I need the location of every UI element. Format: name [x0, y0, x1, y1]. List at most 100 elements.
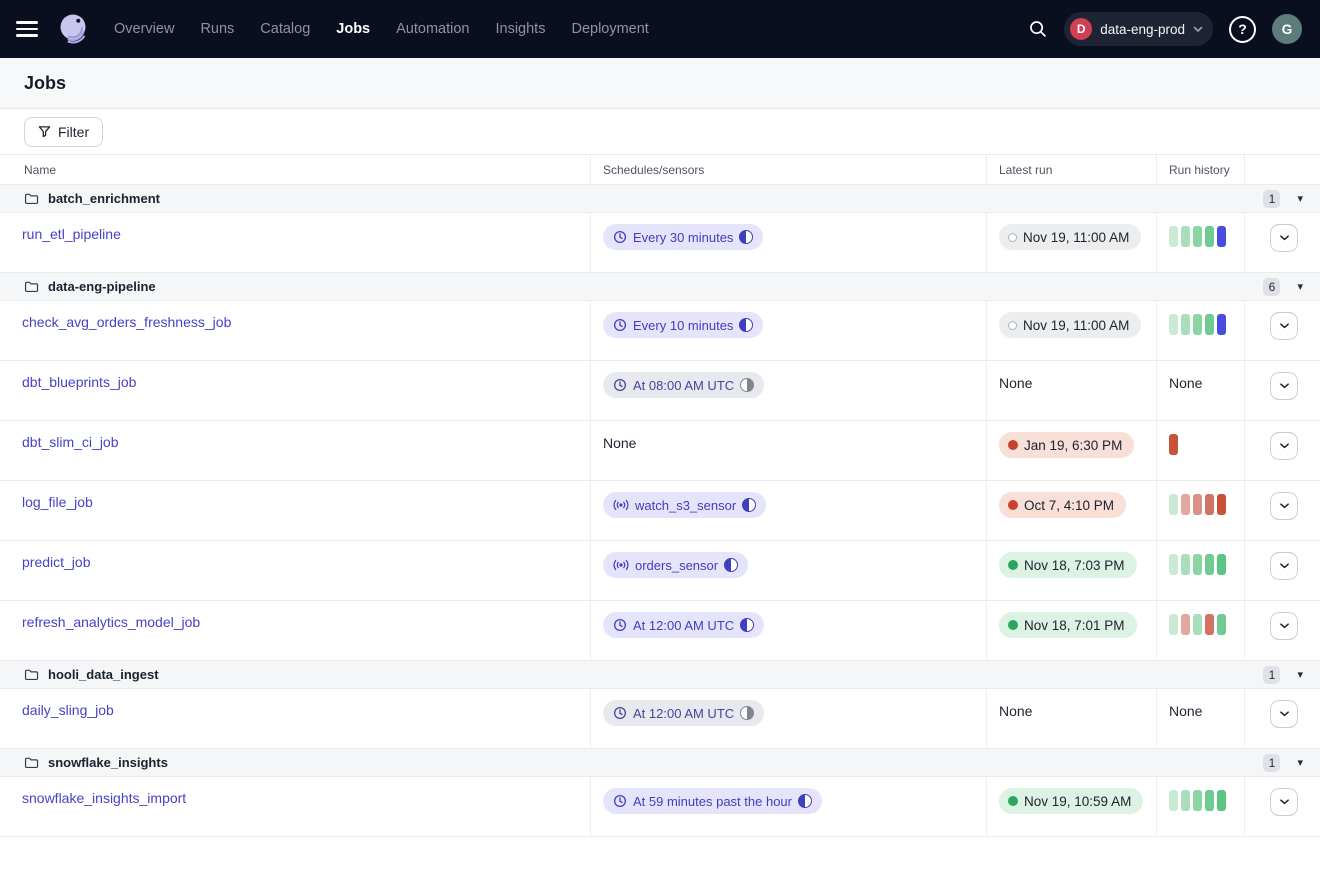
- run-history-chip[interactable]: [1217, 314, 1226, 335]
- run-history-chip[interactable]: [1169, 494, 1178, 515]
- nav-item-overview[interactable]: Overview: [114, 21, 174, 37]
- hamburger-menu-icon[interactable]: [16, 16, 42, 42]
- run-history-chip[interactable]: [1217, 614, 1226, 635]
- schedule-badge[interactable]: At 12:00 AM UTC: [603, 700, 764, 726]
- run-history-chip[interactable]: [1169, 614, 1178, 635]
- row-expand-button[interactable]: [1270, 432, 1298, 460]
- run-history-chip[interactable]: [1205, 494, 1214, 515]
- help-icon[interactable]: ?: [1229, 16, 1256, 43]
- latest-run-badge[interactable]: Jan 19, 6:30 PM: [999, 432, 1134, 458]
- run-history-chip[interactable]: [1181, 314, 1190, 335]
- job-link[interactable]: run_etl_pipeline: [22, 226, 121, 242]
- schedule-badge[interactable]: At 12:00 AM UTC: [603, 612, 764, 638]
- deployment-switcher[interactable]: D data-eng-prod: [1064, 12, 1213, 46]
- job-link[interactable]: log_file_job: [22, 494, 93, 510]
- run-history-chip[interactable]: [1193, 554, 1202, 575]
- run-history-chip[interactable]: [1169, 314, 1178, 335]
- run-history-chip[interactable]: [1181, 614, 1190, 635]
- job-link[interactable]: snowflake_insights_import: [22, 790, 186, 806]
- run-history-chip[interactable]: [1169, 790, 1178, 811]
- latest-run-badge[interactable]: Nov 18, 7:03 PM: [999, 552, 1137, 578]
- user-avatar[interactable]: G: [1272, 14, 1302, 44]
- run-history-chip[interactable]: [1169, 434, 1178, 455]
- schedule-toggle[interactable]: [740, 618, 754, 632]
- dagster-logo-icon[interactable]: [54, 10, 92, 48]
- run-history-chip[interactable]: [1169, 226, 1178, 247]
- schedule-toggle[interactable]: [798, 794, 812, 808]
- group-name: batch_enrichment: [48, 191, 160, 206]
- chevron-down-icon: [1193, 26, 1203, 33]
- latest-run-badge[interactable]: Nov 19, 11:00 AM: [999, 312, 1141, 338]
- row-expand-button[interactable]: [1270, 492, 1298, 520]
- schedule-toggle[interactable]: [724, 558, 738, 572]
- run-history-chip[interactable]: [1217, 494, 1226, 515]
- sensor-badge[interactable]: watch_s3_sensor: [603, 492, 766, 518]
- nav-item-automation[interactable]: Automation: [396, 21, 469, 37]
- nav-item-insights[interactable]: Insights: [495, 21, 545, 37]
- nav-item-jobs[interactable]: Jobs: [336, 21, 370, 37]
- latest-run-badge[interactable]: Nov 18, 7:01 PM: [999, 612, 1137, 638]
- latest-run-time: Nov 18, 7:03 PM: [1024, 558, 1125, 573]
- latest-run-badge[interactable]: Nov 19, 11:00 AM: [999, 224, 1141, 250]
- run-history-chip[interactable]: [1181, 790, 1190, 811]
- run-history-chip[interactable]: [1193, 494, 1202, 515]
- group-collapse-caret-icon[interactable]: ▾: [1295, 756, 1305, 769]
- run-history-chip[interactable]: [1205, 554, 1214, 575]
- row-expand-button[interactable]: [1270, 312, 1298, 340]
- app-root: Overview Runs Catalog Jobs Automation In…: [0, 0, 1320, 880]
- run-history-chip[interactable]: [1217, 554, 1226, 575]
- nav-item-deployment[interactable]: Deployment: [571, 21, 648, 37]
- nav-item-catalog[interactable]: Catalog: [260, 21, 310, 37]
- schedule-badge[interactable]: At 59 minutes past the hour: [603, 788, 822, 814]
- schedule-toggle[interactable]: [739, 230, 753, 244]
- job-link[interactable]: predict_job: [22, 554, 91, 570]
- nav-item-runs[interactable]: Runs: [200, 21, 234, 37]
- row-expand-button[interactable]: [1270, 612, 1298, 640]
- run-history-chip[interactable]: [1181, 226, 1190, 247]
- filter-button[interactable]: Filter: [24, 117, 103, 147]
- run-history-chip[interactable]: [1169, 554, 1178, 575]
- run-history-chip[interactable]: [1205, 614, 1214, 635]
- schedule-badge[interactable]: At 08:00 AM UTC: [603, 372, 764, 398]
- filter-button-label: Filter: [58, 124, 89, 140]
- schedule-toggle[interactable]: [739, 318, 753, 332]
- run-history-chip[interactable]: [1217, 790, 1226, 811]
- job-link[interactable]: check_avg_orders_freshness_job: [22, 314, 231, 330]
- job-link[interactable]: dbt_slim_ci_job: [22, 434, 119, 450]
- group-collapse-caret-icon[interactable]: ▾: [1295, 192, 1305, 205]
- latest-run-badge[interactable]: Nov 19, 10:59 AM: [999, 788, 1143, 814]
- schedule-toggle[interactable]: [742, 498, 756, 512]
- run-history-chip[interactable]: [1205, 226, 1214, 247]
- schedule-badge[interactable]: Every 30 minutes: [603, 224, 763, 250]
- sensor-badge[interactable]: orders_sensor: [603, 552, 748, 578]
- table-row: run_etl_pipeline Every 30 minutes Nov 19, …: [0, 213, 1320, 273]
- run-history-chip[interactable]: [1205, 790, 1214, 811]
- row-expand-button[interactable]: [1270, 224, 1298, 252]
- latest-run-cell: Nov 19, 11:00 AM: [986, 213, 1156, 272]
- row-expand-button[interactable]: [1270, 700, 1298, 728]
- run-history-chip[interactable]: [1193, 614, 1202, 635]
- run-history-chip[interactable]: [1181, 554, 1190, 575]
- run-history-chip[interactable]: [1193, 226, 1202, 247]
- schedule-toggle[interactable]: [740, 378, 754, 392]
- job-link[interactable]: refresh_analytics_model_job: [22, 614, 200, 630]
- row-expand-button[interactable]: [1270, 552, 1298, 580]
- run-history-chip[interactable]: [1217, 226, 1226, 247]
- search-icon[interactable]: [1028, 19, 1048, 39]
- group-collapse-caret-icon[interactable]: ▾: [1295, 280, 1305, 293]
- run-history-chip[interactable]: [1181, 494, 1190, 515]
- latest-run-badge[interactable]: Oct 7, 4:10 PM: [999, 492, 1126, 518]
- row-expand-button[interactable]: [1270, 788, 1298, 816]
- job-link[interactable]: dbt_blueprints_job: [22, 374, 136, 390]
- run-history-chip[interactable]: [1205, 314, 1214, 335]
- clock-icon: [613, 706, 627, 720]
- schedule-badge[interactable]: Every 10 minutes: [603, 312, 763, 338]
- schedule-label: orders_sensor: [635, 558, 718, 573]
- group-collapse-caret-icon[interactable]: ▾: [1295, 668, 1305, 681]
- row-expand-button[interactable]: [1270, 372, 1298, 400]
- schedule-toggle[interactable]: [740, 706, 754, 720]
- run-history-chip[interactable]: [1193, 790, 1202, 811]
- run-history-chips: [1169, 788, 1226, 811]
- run-history-chip[interactable]: [1193, 314, 1202, 335]
- job-link[interactable]: daily_sling_job: [22, 702, 114, 718]
